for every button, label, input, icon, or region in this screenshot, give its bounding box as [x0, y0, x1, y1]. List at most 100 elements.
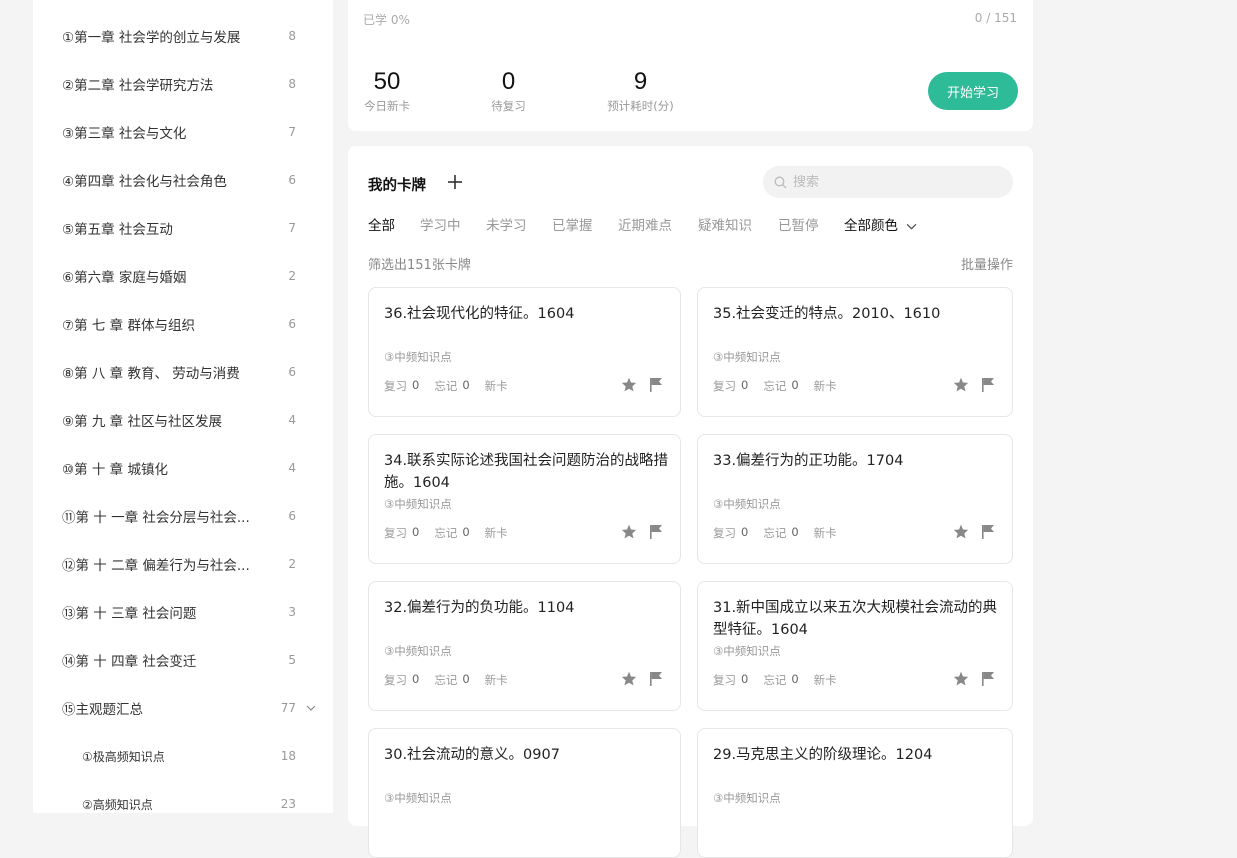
card-tag: ③中频知识点	[713, 644, 781, 658]
sidebar-item-chapter-11[interactable]: ⑪第 十 一章 社会分层与社会... 6	[62, 506, 300, 526]
sidebar-subitem-label: ①极高频知识点	[82, 749, 165, 764]
flash-card[interactable]: 30.社会流动的意义。0907 ③中频知识点	[368, 728, 681, 858]
filter-tab-recent-difficult[interactable]: 近期难点	[618, 214, 672, 234]
filter-tab-hard-knowledge[interactable]: 疑难知识	[698, 214, 752, 234]
sidebar-item-count: 2	[288, 269, 296, 283]
sidebar-item-chapter-12[interactable]: ⑫第 十 二章 偏差行为与社会... 2	[62, 554, 300, 574]
search-input[interactable]	[791, 173, 995, 191]
flash-card[interactable]: 29.马克思主义的阶级理论。1204 ③中频知识点	[697, 728, 1013, 858]
forget-count: 0	[462, 525, 470, 539]
flag-icon[interactable]	[981, 671, 995, 686]
flag-icon[interactable]	[981, 524, 995, 539]
sidebar-item-label: ③第三章 社会与文化	[62, 126, 187, 142]
sidebar-subitem-label: ②高频知识点	[82, 797, 153, 812]
sidebar-item-count: 7	[288, 125, 296, 139]
card-status: 新卡	[484, 673, 508, 687]
sidebar-subitem-count: 18	[280, 749, 296, 763]
review-count: 0	[741, 525, 749, 539]
filter-tab-learning[interactable]: 学习中	[420, 214, 461, 234]
sidebar-item-count: 4	[288, 413, 296, 427]
filter-tab-not-learned[interactable]: 未学习	[486, 214, 527, 234]
filter-tab-all[interactable]: 全部	[368, 214, 395, 234]
flash-card[interactable]: 31.新中国成立以来五次大规模社会流动的典型特征。1604 ③中频知识点 复习 0…	[697, 581, 1013, 711]
star-icon[interactable]	[953, 524, 969, 539]
study-overview-card: 已学 0% 0 / 151 50 今日新卡 0 待复习 9 预计耗时(分) 开始…	[348, 0, 1033, 131]
flag-icon[interactable]	[649, 671, 663, 686]
sidebar-item-label: ⑧第 八 章 教育、 劳动与消费	[62, 366, 240, 382]
forget-count: 0	[462, 378, 470, 392]
chapter-sidebar: ①第一章 社会学的创立与发展 8 ②第二章 社会学研究方法 8 ③第三章 社会与…	[33, 0, 333, 813]
sidebar-item-chapter-7[interactable]: ⑦第 七 章 群体与组织 6	[62, 314, 300, 334]
sidebar-item-label: ⑮主观题汇总	[62, 702, 143, 718]
sidebar-item-chapter-14[interactable]: ⑭第 十 四章 社会变迁 5	[62, 650, 300, 670]
flash-card[interactable]: 32.偏差行为的负功能。1104 ③中频知识点 复习 0 忘记 0 新卡	[368, 581, 681, 711]
filter-tab-mastered[interactable]: 已掌握	[552, 214, 593, 234]
stat-number: 9	[633, 68, 648, 95]
sidebar-item-chapter-1[interactable]: ①第一章 社会学的创立与发展 8	[62, 26, 300, 46]
review-label: 复习	[713, 673, 736, 687]
card-tag: ③中频知识点	[713, 791, 781, 805]
sidebar-item-label: ①第一章 社会学的创立与发展	[62, 30, 241, 46]
flag-icon[interactable]	[649, 524, 663, 539]
star-icon[interactable]	[621, 377, 637, 392]
stat-number: 50	[373, 68, 401, 95]
sidebar-subitem-2[interactable]: ②高频知识点 23	[62, 794, 300, 813]
stat-label: 预计耗时(分)	[607, 99, 674, 113]
review-count: 0	[741, 378, 749, 392]
flash-card[interactable]: 36.社会现代化的特征。1604 ③中频知识点 复习 0 忘记 0 新卡	[368, 287, 681, 417]
forget-label: 忘记	[763, 673, 787, 687]
filter-tab-paused[interactable]: 已暂停	[778, 214, 819, 234]
sidebar-item-chapter-5[interactable]: ⑤第五章 社会互动 7	[62, 218, 300, 238]
star-icon[interactable]	[953, 671, 969, 686]
review-count: 0	[741, 672, 749, 686]
star-icon[interactable]	[953, 377, 969, 392]
review-label: 复习	[713, 526, 736, 540]
sidebar-item-chapter-2[interactable]: ②第二章 社会学研究方法 8	[62, 74, 300, 94]
forget-label: 忘记	[434, 379, 458, 393]
sidebar-item-chapter-6[interactable]: ⑥第六章 家庭与婚姻 2	[62, 266, 300, 286]
card-tag: ③中频知识点	[713, 497, 781, 511]
sidebar-item-count: 3	[288, 605, 296, 619]
deck-panel: 我的卡牌 全部 学习中 未学习 已掌握 近期难点 疑难知识 已暂停 全部颜色 筛…	[348, 146, 1033, 858]
flag-icon[interactable]	[649, 377, 663, 392]
review-label: 复习	[713, 379, 736, 393]
card-tag: ③中频知识点	[384, 644, 452, 658]
review-count: 0	[412, 672, 420, 686]
sidebar-item-chapter-13[interactable]: ⑬第 十 三章 社会问题 3	[62, 602, 300, 622]
card-status: 新卡	[484, 379, 508, 393]
color-filter-label: 全部颜色	[844, 218, 898, 234]
sidebar-subitem-1[interactable]: ①极高频知识点 18	[62, 746, 300, 766]
stat-label: 待复习	[491, 99, 526, 113]
flash-card[interactable]: 34.联系实际论述我国社会问题防治的战略措施。1604 ③中频知识点 复习 0 忘…	[368, 434, 681, 564]
flash-card[interactable]: 33.偏差行为的正功能。1704 ③中频知识点 复习 0 忘记 0 新卡	[697, 434, 1013, 564]
star-icon[interactable]	[621, 524, 637, 539]
flag-icon[interactable]	[981, 377, 995, 392]
progress-count: 0 / 151	[974, 11, 1017, 25]
plus-icon[interactable]	[446, 173, 464, 191]
progress-label: 已学 0%	[363, 13, 410, 27]
card-meta: 复习 0 忘记 0 新卡	[713, 672, 852, 688]
review-label: 复习	[384, 379, 407, 393]
sidebar-item-label: ⑥第六章 家庭与婚姻	[62, 270, 187, 286]
sidebar-item-label: ⑭第 十 四章 社会变迁	[62, 654, 197, 670]
sidebar-item-chapter-15[interactable]: ⑮主观题汇总 77	[62, 698, 316, 718]
sidebar-item-chapter-4[interactable]: ④第四章 社会化与社会角色 6	[62, 170, 300, 190]
card-title: 29.马克思主义的阶级理论。1204	[713, 747, 933, 763]
stat-to-review: 0 待复习	[486, 68, 531, 114]
sidebar-item-count: 6	[288, 317, 296, 331]
filter-summary: 筛选出151张卡牌	[368, 258, 471, 273]
sidebar-item-chapter-9[interactable]: ⑨第 九 章 社区与社区发展 4	[62, 410, 300, 430]
star-icon[interactable]	[621, 671, 637, 686]
sidebar-item-chapter-10[interactable]: ⑩第 十 章 城镇化 4	[62, 458, 300, 478]
flash-card[interactable]: 35.社会变迁的特点。2010、1610 ③中频知识点 复习 0 忘记 0 新卡	[697, 287, 1013, 417]
sidebar-item-chapter-8[interactable]: ⑧第 八 章 教育、 劳动与消费 6	[62, 362, 300, 382]
card-status: 新卡	[813, 526, 837, 540]
card-status: 新卡	[813, 379, 837, 393]
sidebar-item-chapter-3[interactable]: ③第三章 社会与文化 7	[62, 122, 300, 142]
batch-operation-button[interactable]: 批量操作	[961, 254, 1013, 273]
sidebar-item-label: ⑪第 十 一章 社会分层与社会...	[62, 510, 250, 526]
sidebar-item-label: ⑦第 七 章 群体与组织	[62, 318, 195, 334]
chevron-down-icon[interactable]	[306, 703, 316, 713]
color-filter-dropdown[interactable]: 全部颜色	[844, 214, 917, 234]
start-study-button[interactable]: 开始学习	[928, 72, 1018, 110]
